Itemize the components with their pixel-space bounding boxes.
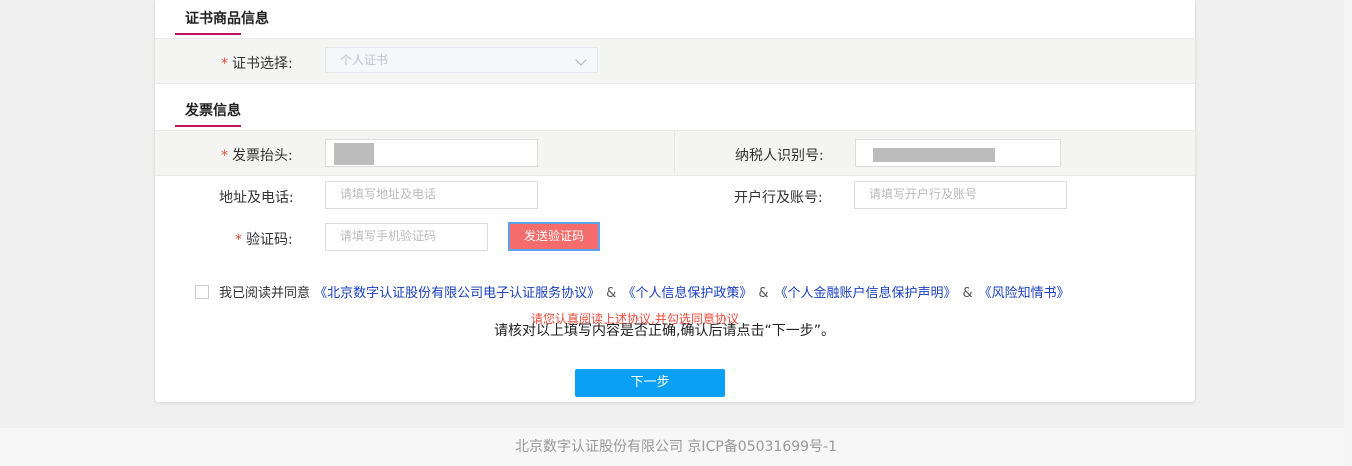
bank-placeholder: 请填写开户行及账号 xyxy=(869,187,978,201)
invoice-section-underline xyxy=(175,125,241,127)
cert-select-value: 个人证书 xyxy=(340,53,389,67)
redacted-value xyxy=(334,143,374,165)
bank-input[interactable]: 请填写开户行及账号 xyxy=(854,181,1067,209)
code-placeholder: 请填写手机验证码 xyxy=(340,229,437,243)
send-code-button[interactable]: 发送验证码 xyxy=(508,222,600,251)
next-button[interactable]: 下一步 xyxy=(575,369,725,397)
invoice-title-label: * 发票抬头: xyxy=(221,148,293,164)
tax-id-input[interactable] xyxy=(855,139,1061,167)
invoice-title-input[interactable] xyxy=(325,139,538,167)
agreement-line: 我已阅读并同意 《北京数字认证股份有限公司电子认证服务协议》 & 《个人信息保护政策… xyxy=(195,285,1070,302)
cert-select-row xyxy=(155,38,1195,84)
agree-checkbox[interactable] xyxy=(195,285,209,299)
tax-id-label: 纳税人识别号: xyxy=(735,148,824,164)
address-input[interactable]: 请填写地址及电话 xyxy=(325,181,538,209)
cert-select-dropdown[interactable]: 个人证书 xyxy=(325,47,598,73)
chevron-down-icon xyxy=(575,54,587,66)
amp-separator: & xyxy=(758,286,769,301)
cert-section-title: 证书商品信息 xyxy=(185,11,269,27)
financial-privacy-link[interactable]: 《个人金融账户信息保护声明》 xyxy=(774,286,956,301)
code-input[interactable]: 请填写手机验证码 xyxy=(325,223,488,251)
form-card: 证书商品信息 * 证书选择: 个人证书 发票信息 * 发票抬头: 纳税人识别号: 地… xyxy=(155,0,1195,402)
footer: 北京数字认证股份有限公司 京ICP备05031699号-1 xyxy=(0,428,1352,466)
bank-label: 开户行及账号: xyxy=(734,190,823,206)
address-placeholder: 请填写地址及电话 xyxy=(340,187,437,201)
cert-select-label: * 证书选择: xyxy=(221,56,293,72)
invoice-section-title: 发票信息 xyxy=(185,103,241,119)
required-mark: * xyxy=(221,56,228,72)
agreement-prefix: 我已阅读并同意 xyxy=(219,286,311,301)
risk-notice-link[interactable]: 《风险知情书》 xyxy=(979,286,1070,301)
privacy-policy-link[interactable]: 《个人信息保护政策》 xyxy=(622,286,752,301)
redacted-value xyxy=(873,148,995,162)
service-agreement-link[interactable]: 《北京数字认证股份有限公司电子认证服务协议》 xyxy=(314,286,600,301)
cert-section-underline xyxy=(175,33,241,35)
confirm-text: 请核对以上填写内容是否正确,确认后请点击“下一步”。 xyxy=(494,323,835,339)
code-label: * 验证码: xyxy=(235,232,293,248)
row-divider xyxy=(674,131,675,174)
amp-separator: & xyxy=(962,286,973,301)
address-label: 地址及电话: xyxy=(219,190,294,206)
amp-separator: & xyxy=(606,286,617,301)
scrollbar[interactable] xyxy=(1344,0,1352,466)
